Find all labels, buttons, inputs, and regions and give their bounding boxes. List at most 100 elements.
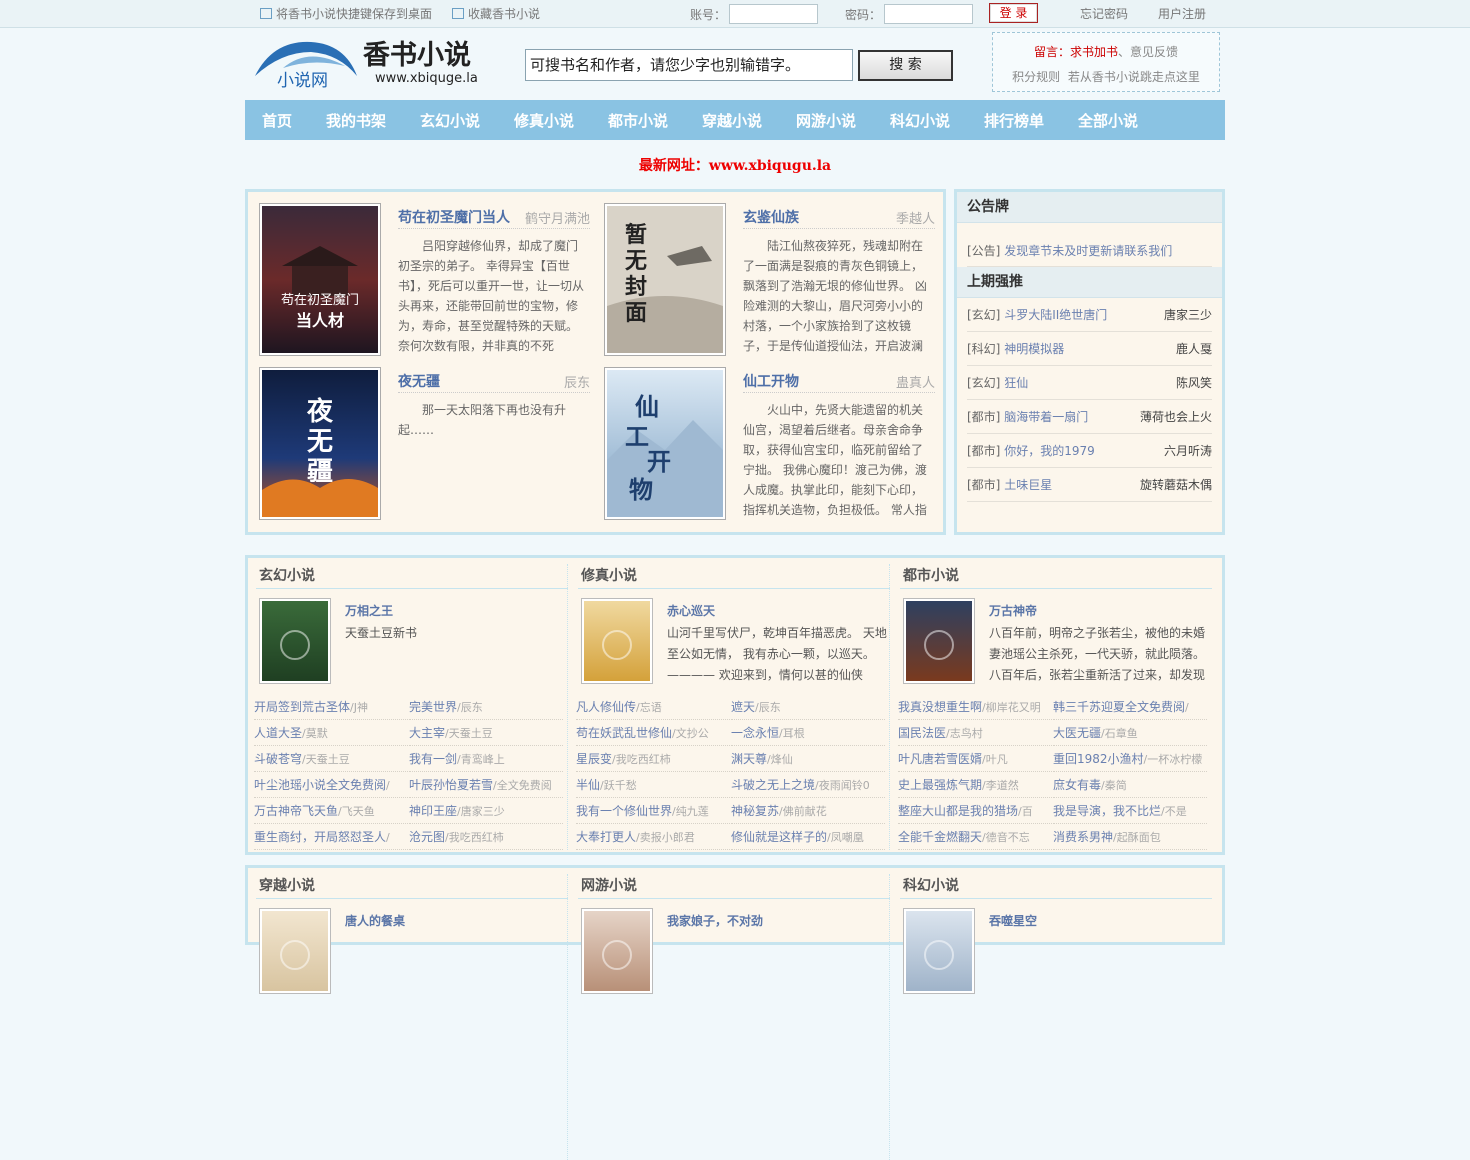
recommend-author[interactable]: 旋转蘑菇木偶 bbox=[1140, 468, 1212, 502]
list-item[interactable]: 斗破苍穹/天蚕土豆 bbox=[254, 746, 408, 772]
add-favorite-link[interactable]: 收藏香书小说 bbox=[452, 6, 540, 22]
top-book-title-link[interactable]: 赤心巡天 bbox=[667, 602, 715, 619]
password-input[interactable] bbox=[884, 4, 973, 24]
recommend-author[interactable]: 薄荷也会上火 bbox=[1140, 400, 1212, 434]
list-item[interactable]: 消费系男神/起酥面包 bbox=[1053, 824, 1207, 850]
category-title[interactable]: 都市小说 bbox=[900, 566, 1212, 589]
list-item[interactable]: 遮天/辰东 bbox=[731, 694, 885, 720]
list-item[interactable]: 我有一个修仙世界/纯九莲 bbox=[576, 798, 730, 824]
book-cover[interactable] bbox=[581, 908, 653, 994]
list-item[interactable]: 星辰变/我吃西红柿 bbox=[576, 746, 730, 772]
list-item[interactable]: 我是导演，我不比烂/不是 bbox=[1053, 798, 1207, 824]
list-item[interactable]: 大奉打更人/卖报小郎君 bbox=[576, 824, 730, 850]
site-logo[interactable]: 小说网 香书小说 www.xbiquge.la bbox=[253, 36, 493, 92]
list-item[interactable]: 重生商纣，开局怒怼圣人/ bbox=[254, 824, 408, 850]
category-title[interactable]: 玄幻小说 bbox=[256, 566, 568, 589]
book-author[interactable]: 鹤守月满池 bbox=[508, 208, 590, 227]
list-item[interactable]: 修仙就是这样子的/凤嘲凰 bbox=[731, 824, 885, 850]
category-title[interactable]: 科幻小说 bbox=[900, 876, 1212, 899]
list-item[interactable]: 万古神帝飞天鱼/飞天鱼 bbox=[254, 798, 408, 824]
list-item[interactable]: 一念永恒/耳根 bbox=[731, 720, 885, 746]
list-item[interactable]: 叶凡唐若雪医婿/叶凡 bbox=[898, 746, 1052, 772]
feedback-link[interactable]: 意见反馈 bbox=[1130, 45, 1178, 59]
top-book-title-link[interactable]: 万古神帝 bbox=[989, 602, 1037, 619]
book-cover[interactable]: 仙 工 开 物 bbox=[604, 367, 726, 520]
list-item[interactable]: 大主宰/天蚕土豆 bbox=[409, 720, 563, 746]
book-author[interactable]: 辰东 bbox=[508, 372, 590, 391]
list-item[interactable]: 韩三千苏迎夏全文免费阅/ bbox=[1053, 694, 1207, 720]
book-cover[interactable]: 夜 无 疆 bbox=[259, 367, 381, 520]
forgot-password-link[interactable]: 忘记密码 bbox=[1080, 6, 1128, 22]
top-book-title-link[interactable]: 吞噬星空 bbox=[989, 912, 1037, 929]
recommend-title-link[interactable]: 土味巨星 bbox=[1004, 478, 1052, 492]
book-author[interactable]: 季越人 bbox=[853, 208, 935, 227]
list-item[interactable]: 完美世界/辰东 bbox=[409, 694, 563, 720]
list-item[interactable]: 渊天尊/烽仙 bbox=[731, 746, 885, 772]
nav-wangyou[interactable]: 网游小说 bbox=[796, 100, 856, 142]
book-cover[interactable]: 苟在初圣魔门 当人材 bbox=[259, 203, 381, 356]
list-item[interactable]: 叶尘池瑶小说全文免费阅/ bbox=[254, 772, 408, 798]
top-book-title-link[interactable]: 我家娘子，不对劲 bbox=[667, 912, 763, 929]
search-input[interactable]: 可搜书名和作者，请您少字也别输错字。 bbox=[525, 49, 853, 81]
register-link[interactable]: 用户注册 bbox=[1158, 6, 1206, 22]
nav-all[interactable]: 全部小说 bbox=[1078, 100, 1138, 142]
request-book-link[interactable]: 求书加书 bbox=[1070, 45, 1118, 59]
list-item[interactable]: 沧元图/我吃西红柿 bbox=[409, 824, 563, 850]
book-cover[interactable] bbox=[259, 908, 331, 994]
book-title-link[interactable]: 夜无疆 bbox=[398, 371, 440, 391]
list-item[interactable]: 凡人修仙传/忘语 bbox=[576, 694, 730, 720]
book-cover[interactable] bbox=[903, 908, 975, 994]
list-item[interactable]: 我真没想重生啊/柳岸花又明 bbox=[898, 694, 1052, 720]
nav-ranking[interactable]: 排行榜单 bbox=[984, 100, 1044, 142]
recommend-row[interactable]: [玄幻] 斗罗大陆II绝世唐门 唐家三少 bbox=[967, 298, 1212, 332]
category-title[interactable]: 修真小说 bbox=[578, 566, 890, 589]
book-title-link[interactable]: 玄鉴仙族 bbox=[743, 207, 799, 227]
recommend-row[interactable]: [都市] 你好，我的1979 六月听涛 bbox=[967, 434, 1212, 468]
recommend-author[interactable]: 唐家三少 bbox=[1164, 298, 1212, 332]
list-item[interactable]: 神秘复苏/佛前献花 bbox=[731, 798, 885, 824]
points-rules-link[interactable]: 积分规则 bbox=[1012, 70, 1060, 84]
nav-kehuan[interactable]: 科幻小说 bbox=[890, 100, 950, 142]
list-item[interactable]: 史上最强炼气期/李道然 bbox=[898, 772, 1052, 798]
book-title-link[interactable]: 仙工开物 bbox=[743, 371, 799, 391]
nav-home[interactable]: 首页 bbox=[262, 100, 292, 142]
book-title-link[interactable]: 苟在初圣魔门当人 bbox=[398, 207, 510, 227]
list-item[interactable]: 国民法医/志鸟村 bbox=[898, 720, 1052, 746]
list-item[interactable]: 神印王座/唐家三少 bbox=[409, 798, 563, 824]
list-item[interactable]: 整座大山都是我的猎场/百 bbox=[898, 798, 1052, 824]
list-item[interactable]: 我有一剑/青鸾峰上 bbox=[409, 746, 563, 772]
list-item[interactable]: 大医无疆/石章鱼 bbox=[1053, 720, 1207, 746]
recommend-row[interactable]: [都市] 脑海带着一扇门 薄荷也会上火 bbox=[967, 400, 1212, 434]
recommend-author[interactable]: 六月听涛 bbox=[1164, 434, 1212, 468]
book-author[interactable]: 蛊真人 bbox=[853, 372, 935, 391]
list-item[interactable]: 斗破之无上之境/夜雨闻铃0 bbox=[731, 772, 885, 798]
recommend-title-link[interactable]: 斗罗大陆II绝世唐门 bbox=[1004, 308, 1107, 322]
list-item[interactable]: 重回1982小渔村/一杯冰柠檬 bbox=[1053, 746, 1207, 772]
nav-xiuzhen[interactable]: 修真小说 bbox=[514, 100, 574, 142]
list-item[interactable]: 半仙/跃千愁 bbox=[576, 772, 730, 798]
category-title[interactable]: 网游小说 bbox=[578, 876, 890, 899]
recommend-title-link[interactable]: 神明模拟器 bbox=[1004, 342, 1064, 356]
list-item[interactable]: 苟在妖武乱世修仙/文抄公 bbox=[576, 720, 730, 746]
book-cover[interactable] bbox=[259, 598, 331, 684]
save-shortcut-link[interactable]: 将香书小说快捷键保存到桌面 bbox=[260, 6, 432, 22]
account-input[interactable] bbox=[729, 4, 818, 24]
nav-xuanhuan[interactable]: 玄幻小说 bbox=[420, 100, 480, 142]
announce-row[interactable]: [公告] 发现章节未及时更新请联系我们 bbox=[967, 223, 1212, 267]
search-button[interactable]: 搜 索 bbox=[858, 50, 953, 81]
nav-bookshelf[interactable]: 我的书架 bbox=[326, 100, 386, 142]
recommend-author[interactable]: 陈风笑 bbox=[1176, 366, 1212, 400]
redirect-help-link[interactable]: 若从香书小说跳走点这里 bbox=[1068, 70, 1200, 84]
list-item[interactable]: 开局签到荒古圣体/J神 bbox=[254, 694, 408, 720]
book-cover[interactable]: 暂 无 封 面 bbox=[604, 203, 726, 356]
recommend-row[interactable]: [玄幻] 狂仙 陈风笑 bbox=[967, 366, 1212, 400]
list-item[interactable]: 叶辰孙怡夏若雪/全文免费阅 bbox=[409, 772, 563, 798]
recommend-title-link[interactable]: 狂仙 bbox=[1004, 376, 1028, 390]
nav-dushi[interactable]: 都市小说 bbox=[608, 100, 668, 142]
list-item[interactable]: 全能千金燃翻天/德音不忘 bbox=[898, 824, 1052, 850]
login-button[interactable]: 登 录 bbox=[989, 3, 1038, 23]
category-title[interactable]: 穿越小说 bbox=[256, 876, 568, 899]
recommend-row[interactable]: [都市] 土味巨星 旋转蘑菇木偶 bbox=[967, 468, 1212, 502]
top-book-title-link[interactable]: 万相之王 bbox=[345, 602, 393, 619]
recommend-author[interactable]: 鹿人戛 bbox=[1176, 332, 1212, 366]
